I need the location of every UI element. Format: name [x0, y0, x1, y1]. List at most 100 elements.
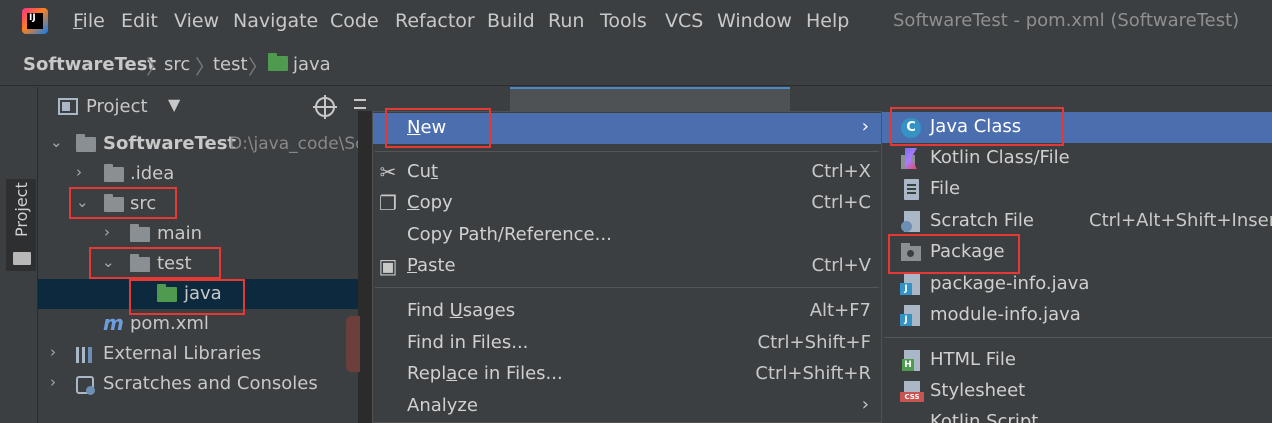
project-path: D:\java_code\So [229, 134, 366, 154]
menu-code[interactable]: Code [330, 10, 379, 32]
breadcrumb-java[interactable]: java [293, 54, 331, 75]
menu-edit[interactable]: Edit [121, 10, 158, 32]
breadcrumb-separator: 〉 [248, 55, 268, 79]
submenu-item-file[interactable]: File [882, 174, 1272, 205]
chevron-down-icon[interactable]: ⌄ [76, 193, 89, 211]
menu-item-copy[interactable]: ❐ Copy Ctrl+C [373, 188, 881, 219]
java-class-icon: C [901, 118, 921, 138]
menu-build[interactable]: Build [487, 10, 535, 32]
copy-icon: ❐ [379, 191, 397, 215]
tool-window-stripe: Project [0, 87, 38, 423]
menu-item-shortcut: Alt+F7 [809, 300, 871, 321]
tree-item-scratches[interactable]: › Scratches and Consoles [38, 369, 358, 399]
chevron-down-icon[interactable]: ▼ [168, 95, 180, 114]
menu-refactor[interactable]: Refactor [395, 10, 475, 32]
editor-tab-bar [430, 87, 890, 111]
chevron-down-icon[interactable]: ⌄ [50, 133, 63, 151]
menu-item-label: Replace in Files... [407, 363, 563, 384]
menu-item-label: Find Usages [407, 300, 516, 321]
project-panel-title[interactable]: Project [86, 96, 148, 117]
menu-item-label: Copy [407, 192, 453, 213]
menu-view[interactable]: View [174, 10, 219, 32]
project-tool-label[interactable]: Project [12, 182, 31, 237]
submenu-item-html-file[interactable]: HTML File [882, 345, 1272, 376]
submenu-item-label: package-info.java [930, 273, 1090, 294]
collapse-all-icon[interactable] [354, 99, 366, 109]
chevron-right-icon[interactable]: › [104, 223, 110, 241]
chevron-right-icon[interactable]: › [50, 373, 56, 391]
package-icon [901, 243, 921, 261]
menu-item-shortcut: Ctrl+Shift+R [755, 363, 871, 384]
menu-vcs[interactable]: VCS [665, 10, 703, 32]
submenu-item-module-info[interactable]: module-info.java [882, 300, 1272, 331]
chevron-right-icon[interactable]: › [50, 343, 56, 361]
menu-file[interactable]: File [73, 10, 105, 32]
menu-bar: IJ File Edit View Navigate Code Refactor… [0, 0, 1272, 44]
menu-navigate[interactable]: Navigate [233, 10, 318, 32]
java-file-icon [900, 274, 920, 295]
module-folder-icon [76, 134, 96, 152]
tree-item-test[interactable]: ⌄ test [38, 249, 358, 279]
submenu-item-label: File [930, 178, 961, 199]
intellij-logo-icon[interactable]: IJ [22, 8, 48, 34]
breadcrumb-src[interactable]: src [164, 54, 190, 75]
submenu-item-package-info[interactable]: package-info.java [882, 269, 1272, 300]
tree-item-project[interactable]: ⌄ SoftwareTest D:\java_code\So [38, 129, 366, 159]
menu-item-new[interactable]: New › [373, 113, 881, 144]
tree-item-label: External Libraries [103, 343, 262, 364]
source-folder-icon [268, 53, 288, 71]
editor-marker [346, 316, 360, 372]
menu-run[interactable]: Run [548, 10, 584, 32]
menu-item-shortcut: Ctrl+X [811, 161, 871, 182]
menu-item-label: Cut [407, 161, 439, 182]
tree-item-main[interactable]: › main [38, 219, 358, 249]
submenu-item-java-class[interactable]: C Java Class [882, 112, 1272, 143]
maven-icon: m [103, 311, 124, 335]
menu-window[interactable]: Window [717, 10, 792, 32]
menu-help[interactable]: Help [806, 10, 849, 32]
menu-tools[interactable]: Tools [600, 10, 647, 32]
tree-item-external-libraries[interactable]: › External Libraries [38, 339, 358, 369]
menu-separator [375, 287, 879, 288]
folder-icon [13, 252, 31, 265]
menu-item-copy-path[interactable]: Copy Path/Reference... [373, 220, 881, 251]
menu-item-replace-in-files[interactable]: Replace in Files... Ctrl+Shift+R [373, 359, 881, 390]
submenu-item-label: Java Class [930, 116, 1022, 137]
menu-item-find-in-files[interactable]: Find in Files... Ctrl+Shift+F [373, 328, 881, 359]
tree-item-pom[interactable]: m pom.xml [38, 309, 358, 339]
menu-item-cut[interactable]: ✂ Cut Ctrl+X [373, 157, 881, 188]
clipboard-icon: ▣ [378, 254, 398, 278]
kotlin-icon [905, 148, 917, 169]
folder-icon [130, 224, 150, 242]
chevron-right-icon: › [861, 116, 869, 137]
menu-item-analyze[interactable]: Analyze › [373, 391, 881, 422]
submenu-item-package[interactable]: Package [882, 237, 1272, 268]
source-folder-icon [157, 284, 177, 302]
scratches-icon [76, 376, 95, 395]
chevron-down-icon[interactable]: ⌄ [102, 253, 115, 271]
submenu-item-kotlin[interactable]: Kotlin Class/File [882, 143, 1272, 174]
folder-icon [130, 254, 150, 272]
breadcrumb-project[interactable]: SoftwareTest [23, 54, 156, 75]
breadcrumb-separator: 〉 [195, 55, 215, 79]
submenu-item-label: Package [930, 241, 1005, 262]
submenu-item-stylesheet[interactable]: Stylesheet [882, 376, 1272, 407]
submenu-item-kotlin-script[interactable]: Kotlin Script [882, 407, 1272, 423]
menu-item-find-usages[interactable]: Find Usages Alt+F7 [373, 296, 881, 327]
scratch-file-icon [901, 211, 920, 232]
locate-icon[interactable] [313, 95, 337, 119]
breadcrumb-test[interactable]: test [213, 54, 248, 75]
tree-item-label: main [157, 223, 202, 244]
tree-item-label: .idea [130, 163, 175, 184]
submenu-item-shortcut: Ctrl+Alt+Shift+Insert [1089, 210, 1272, 231]
menu-item-paste[interactable]: ▣ Paste Ctrl+V [373, 251, 881, 282]
project-panel-header: Project ▼ [38, 87, 366, 127]
tree-item-src[interactable]: ⌄ src [38, 189, 358, 219]
editor-tab[interactable] [510, 87, 790, 111]
tree-item-idea[interactable]: › .idea [38, 159, 358, 189]
menu-item-shortcut: Ctrl+Shift+F [757, 332, 871, 353]
chevron-right-icon[interactable]: › [76, 163, 82, 181]
html-file-icon [902, 350, 920, 371]
tree-item-java[interactable]: java [38, 279, 358, 309]
submenu-item-scratch-file[interactable]: Scratch File Ctrl+Alt+Shift+Insert [882, 206, 1272, 237]
